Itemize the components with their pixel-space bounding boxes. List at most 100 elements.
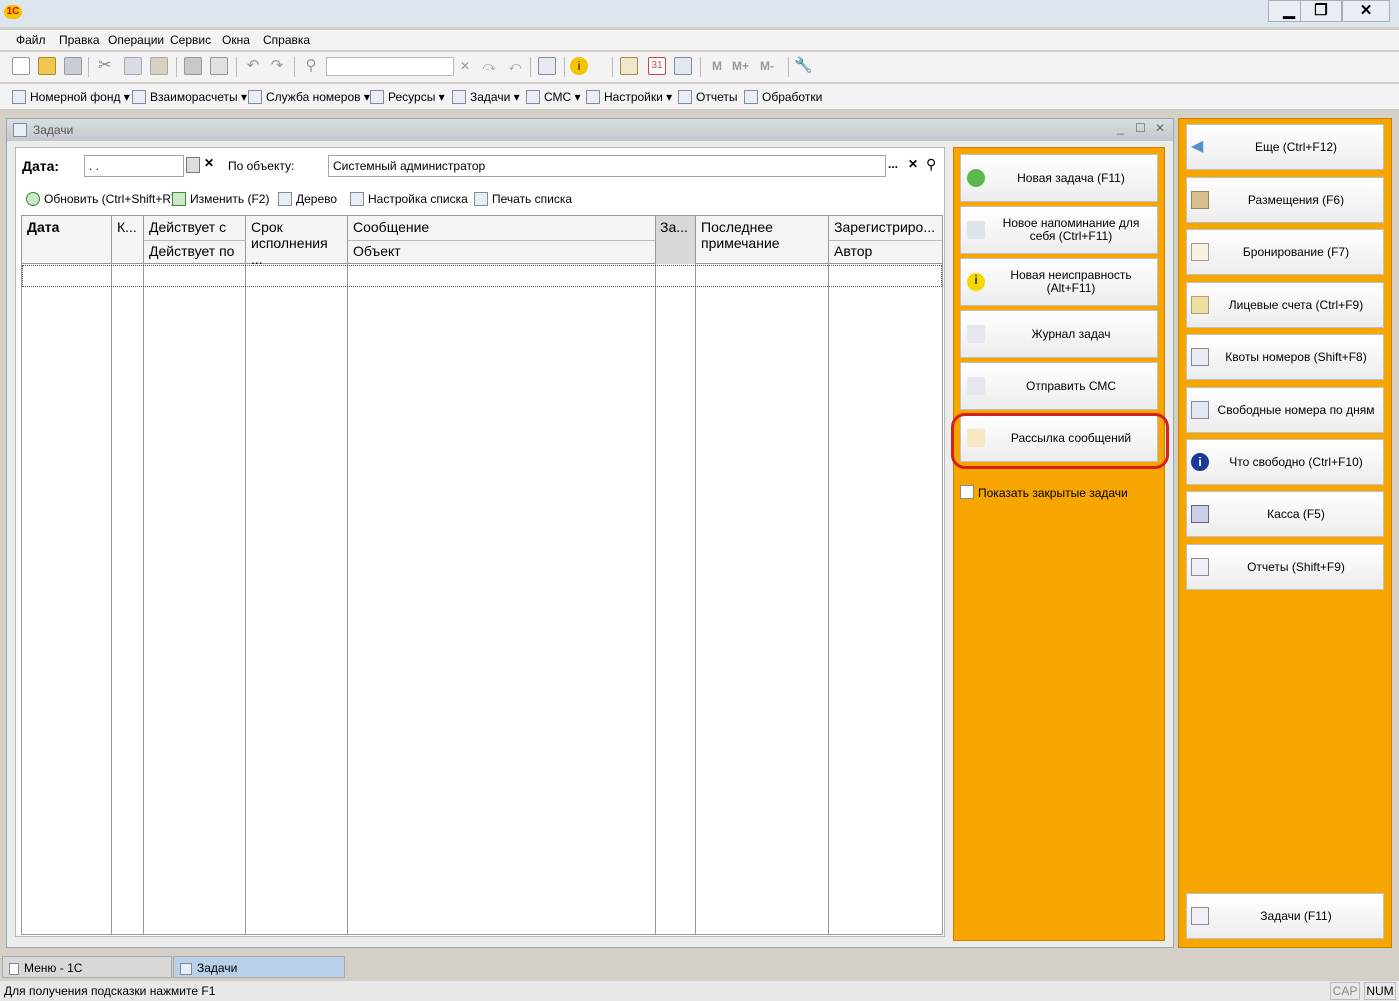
- paste-icon[interactable]: [150, 57, 168, 75]
- object-field[interactable]: Системный администратор: [328, 155, 886, 177]
- info-icon[interactable]: i: [570, 57, 588, 75]
- menu-edit[interactable]: Правка: [59, 33, 100, 47]
- tasks-button[interactable]: Задачи (F11): [1186, 893, 1384, 939]
- statusbar: Для получения подсказки нажмите F1 CAP N…: [0, 981, 1399, 1001]
- window-close-button[interactable]: ✕: [1155, 121, 1165, 135]
- open-folder-icon[interactable]: [38, 57, 56, 75]
- nav-resources[interactable]: Ресурсы ▾: [370, 88, 445, 106]
- nav-rooms[interactable]: Номерной фонд ▾: [12, 88, 130, 106]
- search-combo[interactable]: [326, 57, 454, 76]
- col-object[interactable]: Объект: [353, 243, 401, 259]
- memory-plus-icon[interactable]: M+: [732, 57, 756, 75]
- what-free-label: Что свободно (Ctrl+F10): [1229, 455, 1363, 469]
- send-sms-button[interactable]: Отправить СМС: [960, 362, 1158, 410]
- placements-button[interactable]: Размещения (F6): [1186, 177, 1384, 223]
- print-preview-icon[interactable]: [210, 57, 228, 75]
- col-za[interactable]: За...: [660, 219, 688, 235]
- search-prev-icon[interactable]: ⤺: [506, 57, 524, 75]
- quotas-button[interactable]: Квоты номеров (Shift+F8): [1186, 334, 1384, 380]
- task-menu[interactable]: Меню - 1С: [2, 956, 172, 978]
- new-fault-label: Новая неисправность (Alt+F11): [1010, 268, 1132, 295]
- phone-icon: [967, 377, 985, 395]
- calendar-picker-icon[interactable]: [186, 157, 200, 173]
- menu-windows[interactable]: Окна: [222, 33, 250, 47]
- menu-service[interactable]: Сервис: [170, 33, 211, 47]
- booking-button[interactable]: Бронирование (F7): [1186, 229, 1384, 275]
- memory-minus-icon[interactable]: M-: [760, 57, 784, 75]
- new-document-icon[interactable]: [12, 57, 30, 75]
- tools-icon[interactable]: 🔧: [794, 57, 813, 75]
- tasks-table[interactable]: Дата К... Действует с Действует по Срок …: [21, 215, 943, 935]
- new-fault-button[interactable]: i Новая неисправность (Alt+F11): [960, 258, 1158, 306]
- report-icon: [678, 90, 692, 104]
- nav-reports[interactable]: Отчеты: [678, 88, 737, 106]
- col-k[interactable]: К...: [117, 219, 137, 235]
- col-author[interactable]: Автор: [834, 243, 872, 259]
- menu-operations[interactable]: Операции: [108, 33, 164, 47]
- account-icon: [1191, 296, 1209, 314]
- more-label: Еще (Ctrl+F12): [1254, 140, 1338, 154]
- actions-panel: Новая задача (F11) Новое напоминание для…: [951, 147, 1169, 941]
- copy-icon[interactable]: [124, 57, 142, 75]
- redo-icon[interactable]: ↷: [268, 57, 286, 75]
- undo-icon[interactable]: ↶: [244, 57, 262, 75]
- window-minimize-button[interactable]: _: [1117, 121, 1124, 135]
- new-task-button[interactable]: Новая задача (F11): [960, 154, 1158, 202]
- show-closed-checkbox[interactable]: [960, 485, 974, 499]
- memory-icon[interactable]: M: [708, 57, 726, 75]
- search-icon[interactable]: ⚲: [302, 57, 320, 75]
- col-valid-from[interactable]: Действует с: [149, 219, 226, 235]
- tasks-icon: [452, 90, 466, 104]
- nav-reports-label: Отчеты: [696, 90, 738, 104]
- windows-icon[interactable]: [538, 57, 556, 75]
- nav-settlements[interactable]: Взаиморасчеты ▾: [132, 88, 247, 106]
- window-maximize-button[interactable]: ☐: [1135, 121, 1146, 135]
- nav-sms[interactable]: СМС ▾: [526, 88, 581, 106]
- menu-help[interactable]: Справка: [263, 33, 310, 47]
- col-valid-to[interactable]: Действует по: [149, 243, 234, 259]
- nav-tasks[interactable]: Задачи ▾: [452, 88, 520, 106]
- reports-button[interactable]: Отчеты (Shift+F9): [1186, 544, 1384, 590]
- search-object-icon[interactable]: ⚲: [926, 156, 936, 173]
- task-tasks[interactable]: Задачи: [173, 956, 345, 978]
- free-rooms-button[interactable]: Свободные номера по дням: [1186, 387, 1384, 433]
- new-reminder-button[interactable]: Новое напоминание для себя (Ctrl+F11): [960, 206, 1158, 254]
- users-icon[interactable]: [674, 57, 692, 75]
- more-button[interactable]: ◀ Еще (Ctrl+F12): [1186, 124, 1384, 170]
- cashbox-button[interactable]: Касса (F5): [1186, 491, 1384, 537]
- menu-file[interactable]: Файл: [16, 33, 46, 47]
- list-print-button[interactable]: Печать списка: [474, 190, 572, 208]
- col-deadline[interactable]: Срок исполнения ...: [251, 219, 343, 267]
- search-next-icon[interactable]: ⤼: [480, 57, 498, 75]
- nav-room-service[interactable]: Служба номеров ▾: [248, 88, 370, 106]
- list-refresh-button[interactable]: Обновить (Ctrl+Shift+R): [26, 190, 175, 208]
- table-row[interactable]: [22, 265, 942, 287]
- col-registered[interactable]: Зарегистриро...: [834, 219, 935, 235]
- accounts-button[interactable]: Лицевые счета (Ctrl+F9): [1186, 282, 1384, 328]
- col-last-note[interactable]: Последнее примечание: [701, 219, 821, 251]
- save-icon[interactable]: [64, 57, 82, 75]
- clear-object-icon[interactable]: ✕: [908, 157, 918, 171]
- date-field[interactable]: . .: [84, 155, 184, 177]
- list-tree-button[interactable]: Дерево: [278, 190, 337, 208]
- list-edit-button[interactable]: Изменить (F2): [172, 190, 269, 208]
- restore-button[interactable]: ❐: [1300, 0, 1342, 22]
- clear-date-icon[interactable]: ✕: [204, 156, 214, 170]
- cut-icon[interactable]: ✂: [96, 57, 114, 75]
- col-date[interactable]: Дата: [27, 219, 59, 235]
- col-message[interactable]: Сообщение: [353, 219, 429, 235]
- show-closed-label[interactable]: Показать закрытые задачи: [978, 486, 1128, 500]
- select-object-button[interactable]: ...: [888, 157, 898, 171]
- close-button[interactable]: ✕: [1342, 0, 1390, 22]
- clear-search-icon[interactable]: ✕: [456, 57, 474, 75]
- resources-icon: [370, 90, 384, 104]
- print-icon[interactable]: [184, 57, 202, 75]
- list-settings-button[interactable]: Настройка списка: [350, 190, 468, 208]
- reports-label: Отчеты (Shift+F9): [1247, 560, 1345, 574]
- calendar-icon[interactable]: 31: [648, 57, 666, 75]
- nav-settings[interactable]: Настройки ▾: [586, 88, 672, 106]
- calculator-icon[interactable]: [620, 57, 638, 75]
- what-free-button[interactable]: i Что свободно (Ctrl+F10): [1186, 439, 1384, 485]
- task-journal-button[interactable]: Журнал задач: [960, 310, 1158, 358]
- nav-processing[interactable]: Обработки: [744, 88, 822, 106]
